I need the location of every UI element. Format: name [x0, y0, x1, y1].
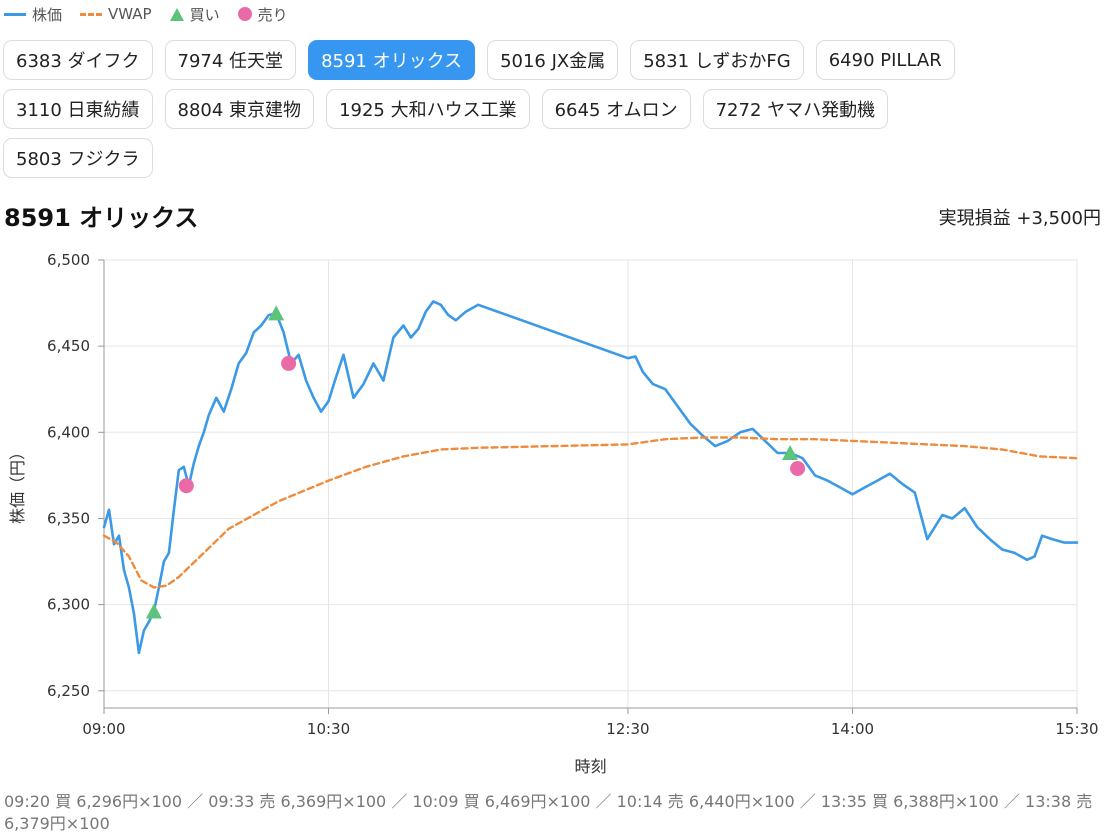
legend-label: 買い — [189, 5, 220, 24]
plot-frame — [103, 259, 1078, 709]
chart-legend: 株価 VWAP 買い 売り — [4, 4, 306, 24]
stock-tab[interactable]: 5803 フジクラ — [3, 138, 153, 178]
realized-pnl: 実現損益 +3,500円 — [938, 208, 1101, 229]
trade-log: 09:20 買 6,296円×100 ／ 09:33 売 6,369円×100 … — [4, 792, 1093, 833]
price-series-line — [102, 300, 1079, 655]
y-tick-label: 6,300 — [47, 596, 90, 614]
x-tick-label: 15:30 — [1055, 720, 1098, 738]
vwap-series-line — [102, 436, 1079, 589]
tab-row: 5803 フジクラ — [3, 138, 1103, 178]
tab-row: 3110 日東紡績 8804 東京建物 1925 大和ハウス工業 6645 オムロン 7… — [3, 89, 1103, 129]
tab-row: 6383 ダイフク 7974 任天堂 8591 オリックス 5016 JX金属 5831… — [3, 40, 1103, 80]
sell-marker — [281, 355, 297, 371]
buy-marker — [145, 603, 162, 619]
x-tick-label: 12:30 — [606, 720, 649, 738]
stock-tab[interactable]: 7272 ヤマハ発動機 — [702, 89, 889, 129]
stock-tabs: 6383 ダイフク 7974 任天堂 8591 オリックス 5016 JX金属 5831… — [3, 40, 1103, 187]
y-axis-label: 株価（円） — [8, 444, 27, 524]
legend-item: 買い — [169, 4, 220, 25]
legend-label: 株価 — [32, 5, 63, 24]
legend-item: 売り — [237, 4, 288, 25]
x-tick-label: 14:00 — [831, 720, 874, 738]
y-tick-label: 6,500 — [47, 251, 90, 269]
stock-tab[interactable]: 5016 JX金属 — [487, 40, 619, 80]
buy-marker — [268, 305, 285, 321]
stock-tab[interactable]: 7974 任天堂 — [164, 40, 297, 80]
stock-tab[interactable]: 6645 オムロン — [541, 89, 691, 129]
stock-tab[interactable]: 6490 PILLAR — [815, 40, 955, 80]
legend-label: 売り — [257, 5, 288, 24]
y-tick-label: 6,350 — [47, 509, 90, 527]
sell-marker — [178, 478, 194, 494]
x-tick-label: 10:30 — [307, 720, 350, 738]
legend-label: VWAP — [108, 5, 152, 23]
legend-item: VWAP — [80, 5, 152, 23]
stock-tab[interactable]: 1925 大和ハウス工業 — [326, 89, 530, 129]
stock-tab[interactable]: 6383 ダイフク — [3, 40, 153, 80]
y-tick-label: 6,450 — [47, 337, 90, 355]
stock-tab[interactable]: 5831 しずおかFG — [630, 40, 804, 80]
legend-dot-icon — [237, 7, 252, 21]
price-chart: 6,250 6,300 6,350 6,400 6,450 6,500 09:00 10:30… — [8, 251, 1099, 776]
x-axis-label: 時刻 — [574, 757, 606, 776]
legend-item: 株価 — [4, 4, 62, 25]
stock-tab[interactable]: 3110 日東紡績 — [3, 89, 153, 129]
legend-triangle-icon — [169, 7, 184, 21]
x-tick-label: 09:00 — [82, 720, 125, 738]
sell-marker — [790, 460, 806, 476]
stock-tab[interactable]: 8591 オリックス — [308, 40, 476, 80]
stock-tab[interactable]: 8804 東京建物 — [164, 89, 315, 129]
y-tick-label: 6,400 — [47, 423, 90, 441]
legend-dashed-swatch — [80, 12, 103, 16]
chart-title: 8591 オリックス — [4, 204, 199, 232]
y-tick-label: 6,250 — [47, 682, 90, 700]
legend-line-swatch — [4, 12, 26, 16]
